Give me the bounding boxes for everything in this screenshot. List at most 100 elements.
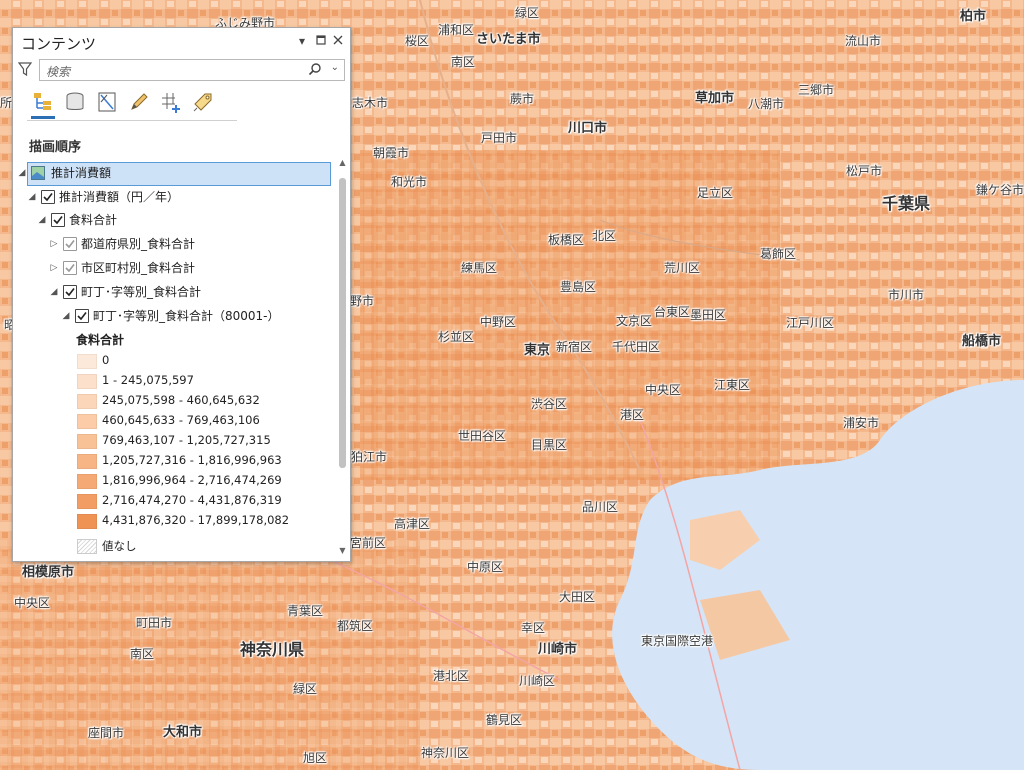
chevron-down-icon[interactable]: ▾ [294, 33, 310, 49]
legend-title: 食料合計 [76, 333, 125, 347]
map-label: 練馬区 [461, 261, 498, 275]
map-label: 板橋区 [548, 233, 585, 247]
visibility-checkbox[interactable] [63, 285, 77, 299]
map-label: 東京国際空港 [641, 634, 714, 648]
map-label: 流山市 [845, 34, 882, 48]
map-label: 松戸市 [846, 164, 883, 178]
map-label: 都筑区 [337, 619, 374, 633]
map-label: 柏市 [960, 9, 987, 24]
map-label: 緑区 [293, 682, 318, 696]
expand-triangle-icon[interactable]: ◢ [37, 210, 47, 230]
contents-pane: コンテンツ ▾ 検索 ⌄ 描画順序 ◢ 推計消費額 ◢ 推計消費額（円／年） ◢… [12, 27, 351, 562]
expand-triangle-icon[interactable]: ◢ [17, 163, 27, 183]
map-label: 目黒区 [531, 438, 568, 452]
layer-group[interactable]: ◢ 推計消費額（円／年） [27, 187, 327, 207]
map-label: 南区 [130, 647, 155, 661]
map-label: 蕨市 [510, 92, 535, 106]
map-label: 桜区 [405, 34, 430, 48]
expand-triangle-icon[interactable]: ◢ [49, 282, 59, 302]
visibility-checkbox[interactable] [63, 261, 77, 275]
legend-label: 0 [102, 353, 110, 367]
map-label: 台東区 [654, 305, 691, 319]
map-label: 緑区 [515, 6, 540, 20]
legend-swatch [77, 394, 97, 409]
layer-label: 推計消費額 [51, 166, 112, 180]
map-icon [31, 166, 45, 180]
map-label: さいたま市 [476, 32, 541, 47]
data-source-icon[interactable] [63, 90, 87, 114]
map-label: 狛江市 [351, 450, 388, 464]
search-input[interactable]: 検索 ⌄ [39, 59, 345, 81]
map-label: 千代田区 [612, 340, 661, 354]
layer-item[interactable]: ▷ 市区町村別_食料合計 [49, 258, 327, 278]
scroll-up-icon[interactable]: ▲ [338, 158, 347, 168]
map-label: 南区 [451, 55, 476, 69]
snapping-icon[interactable] [159, 90, 183, 114]
filter-icon[interactable] [17, 61, 33, 77]
drawing-order-icon[interactable] [31, 90, 55, 119]
layer-item[interactable]: ◢ 町丁･字等別_食料合計（80001-） [61, 306, 327, 326]
legend-label: 460,645,633 - 769,463,106 [102, 413, 260, 427]
legend-swatch [77, 434, 97, 449]
search-placeholder: 検索 [46, 65, 71, 79]
layer-label: 推計消費額（円／年） [59, 190, 180, 204]
scrollbar-thumb[interactable] [339, 178, 346, 468]
chevron-down-icon[interactable]: ⌄ [331, 62, 339, 73]
map-label: 草加市 [695, 91, 735, 106]
map-label: 鎌ケ谷市 [976, 183, 1024, 197]
map-label: 中央区 [645, 383, 682, 397]
map-label: 豊島区 [560, 280, 597, 294]
layer-item[interactable]: ▷ 都道府県別_食料合計 [49, 234, 327, 254]
map-label: 大和市 [163, 725, 203, 740]
expand-triangle-icon[interactable]: ◢ [27, 187, 37, 207]
maximize-icon[interactable] [313, 33, 329, 49]
legend-swatch [77, 514, 97, 529]
map-label: 江東区 [714, 378, 751, 392]
map-label: 宮前区 [350, 536, 387, 550]
legend-swatch [77, 374, 97, 389]
map-label: 千葉県 [882, 194, 931, 213]
map-label: 江戸川区 [786, 316, 835, 330]
map-label: 川崎市 [538, 642, 578, 657]
visibility-checkbox[interactable] [75, 309, 89, 323]
map-label: 志木市 [352, 96, 389, 110]
map-label: 港区 [620, 408, 645, 422]
map-label: 鶴見区 [486, 713, 523, 727]
map-label: 戸田市 [481, 131, 518, 145]
map-label: 八潮市 [748, 97, 785, 111]
map-label: 墨田区 [690, 308, 727, 322]
search-icon[interactable] [308, 62, 322, 76]
selection-icon[interactable] [95, 90, 119, 114]
layer-group[interactable]: ◢ 町丁･字等別_食料合計 [49, 282, 327, 302]
legend-label: 値なし [102, 539, 137, 553]
map-label: 所 [0, 96, 13, 110]
map-label: 東京 [524, 343, 551, 358]
visibility-checkbox[interactable] [41, 190, 55, 204]
layer-group[interactable]: ◢ 食料合計 [37, 210, 327, 230]
visibility-checkbox[interactable] [51, 213, 65, 227]
layer-label: 食料合計 [69, 213, 118, 227]
map-label: 浦和区 [438, 23, 475, 37]
close-icon[interactable] [330, 33, 346, 49]
contents-toolbar [27, 88, 237, 121]
map-item[interactable]: ◢ 推計消費額 [17, 163, 327, 183]
legend-swatch [77, 539, 97, 554]
labeling-icon[interactable] [191, 90, 215, 114]
expand-triangle-icon[interactable]: ◢ [61, 306, 71, 326]
edit-icon[interactable] [127, 90, 151, 114]
scroll-down-icon[interactable]: ▼ [338, 546, 347, 556]
legend-label: 4,431,876,320 - 17,899,178,082 [102, 513, 290, 527]
layer-label: 市区町村別_食料合計 [81, 261, 196, 275]
visibility-checkbox[interactable] [63, 237, 77, 251]
collapsed-triangle-icon[interactable]: ▷ [49, 234, 59, 254]
vertical-scrollbar[interactable]: ▲ ▼ [338, 158, 347, 556]
map-label: 中原区 [467, 560, 504, 574]
legend-swatch [77, 354, 97, 369]
map-label: 中野区 [480, 315, 517, 329]
collapsed-triangle-icon[interactable]: ▷ [49, 258, 59, 278]
map-label: 川口市 [568, 121, 608, 136]
pane-titlebar[interactable]: コンテンツ ▾ [13, 28, 350, 56]
map-label: 港北区 [433, 669, 470, 683]
map-label: 世田谷区 [458, 429, 507, 443]
map-label: 足立区 [697, 186, 734, 200]
